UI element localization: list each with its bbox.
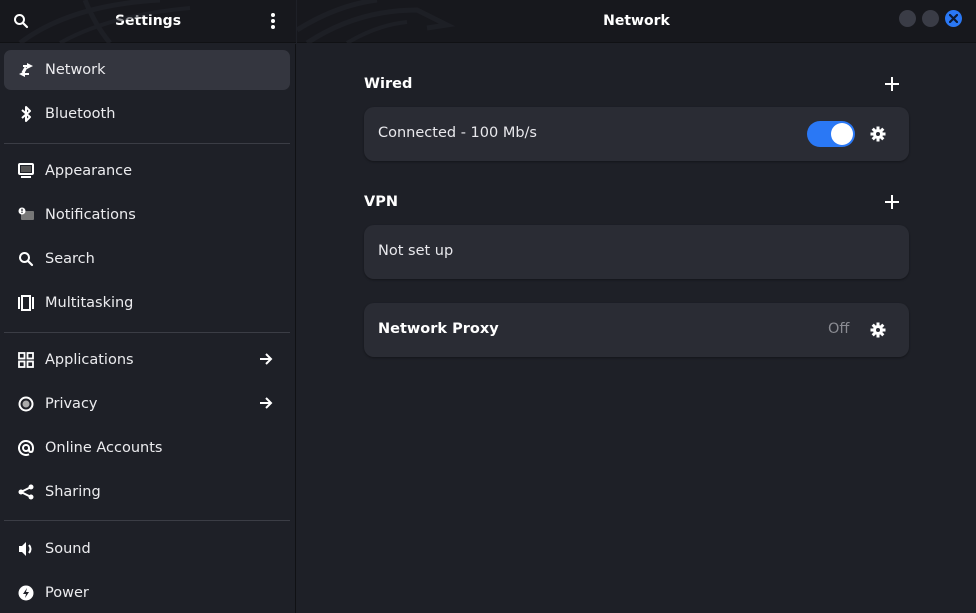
sidebar-title: Settings: [114, 13, 182, 29]
network-proxy-row[interactable]: Network Proxy Off: [364, 303, 909, 357]
sidebar-separator: [4, 143, 290, 144]
arrow-right-icon: [258, 351, 276, 369]
speaker-icon: [17, 540, 35, 558]
sidebar-item-search[interactable]: Search: [4, 239, 290, 279]
network-panel: Wired Connected - 100 Mb/s VPN Not set u…: [297, 44, 976, 613]
sidebar-header: Settings: [0, 0, 296, 43]
add-wired-button[interactable]: [880, 72, 904, 96]
sidebar-item-label: Appearance: [45, 163, 133, 179]
sidebar: Network Bluetooth Appearance Notificatio…: [0, 44, 296, 613]
main-header: Network: [297, 0, 976, 43]
share-icon: [17, 483, 35, 501]
close-icon: [949, 14, 958, 23]
sidebar-item-bluetooth[interactable]: Bluetooth: [4, 94, 290, 134]
sidebar-item-label: Applications: [45, 352, 134, 368]
vpn-status: Not set up: [378, 243, 454, 259]
sidebar-item-label: Sound: [45, 541, 91, 557]
network-proxy-settings-button[interactable]: [868, 320, 888, 340]
toggle-knob: [831, 123, 853, 145]
sidebar-item-appearance[interactable]: Appearance: [4, 151, 290, 191]
power-bolt-icon: [17, 584, 35, 602]
sidebar-separator: [4, 520, 290, 521]
sidebar-item-label: Bluetooth: [45, 106, 116, 122]
sidebar-item-label: Multitasking: [45, 295, 134, 311]
network-proxy-status: Off: [828, 321, 850, 337]
close-button[interactable]: [945, 10, 962, 27]
plus-icon: [885, 195, 899, 209]
sidebar-item-network[interactable]: Network: [4, 50, 290, 90]
minimize-button[interactable]: [899, 10, 916, 27]
display-icon: [17, 162, 35, 180]
wired-connection-row: Connected - 100 Mb/s: [364, 107, 909, 161]
search-button[interactable]: [8, 8, 34, 34]
privacy-target-icon: [17, 395, 35, 413]
window-controls: [899, 10, 962, 27]
network-proxy-label: Network Proxy: [378, 321, 499, 337]
sidebar-item-sound[interactable]: Sound: [4, 529, 290, 569]
main-menu-button[interactable]: [260, 8, 286, 34]
sidebar-item-label: Power: [45, 585, 89, 601]
wired-toggle-switch[interactable]: [807, 121, 855, 147]
sidebar-item-multitasking[interactable]: Multitasking: [4, 283, 290, 323]
sidebar-item-applications[interactable]: Applications: [4, 340, 290, 380]
multitasking-icon: [17, 294, 35, 312]
plus-icon: [885, 77, 899, 91]
vertical-dots-icon: [271, 13, 275, 29]
sidebar-item-notifications[interactable]: Notifications: [4, 195, 290, 235]
add-vpn-button[interactable]: [880, 190, 904, 214]
arrow-right-icon: [258, 395, 276, 413]
grid-icon: [17, 351, 35, 369]
sidebar-item-label: Notifications: [45, 207, 136, 223]
sidebar-item-label: Search: [45, 251, 95, 267]
sidebar-separator: [4, 332, 290, 333]
sidebar-item-label: Privacy: [45, 396, 98, 412]
sidebar-item-label: Online Accounts: [45, 440, 163, 456]
notification-bubble-icon: [17, 206, 35, 224]
sidebar-item-label: Sharing: [45, 484, 101, 500]
maximize-button[interactable]: [922, 10, 939, 27]
network-arrows-icon: [17, 61, 35, 79]
at-sign-icon: [17, 439, 35, 457]
wired-connection-status: Connected - 100 Mb/s: [378, 125, 537, 141]
vpn-section-title: VPN: [364, 194, 398, 210]
wired-settings-button[interactable]: [868, 124, 888, 144]
sidebar-item-label: Network: [45, 62, 106, 78]
sidebar-item-privacy[interactable]: Privacy: [4, 384, 290, 424]
vpn-status-row: Not set up: [364, 225, 909, 279]
page-title: Network: [603, 13, 670, 29]
wired-section-title: Wired: [364, 76, 413, 92]
sidebar-item-online-accounts[interactable]: Online Accounts: [4, 428, 290, 468]
dragon-watermark-icon: [297, 0, 456, 43]
gear-icon: [870, 126, 886, 142]
sidebar-item-sharing[interactable]: Sharing: [4, 472, 290, 512]
bluetooth-icon: [17, 105, 35, 123]
search-icon: [17, 250, 35, 268]
sidebar-item-power[interactable]: Power: [4, 573, 290, 613]
gear-icon: [870, 322, 886, 338]
search-icon: [14, 14, 29, 29]
